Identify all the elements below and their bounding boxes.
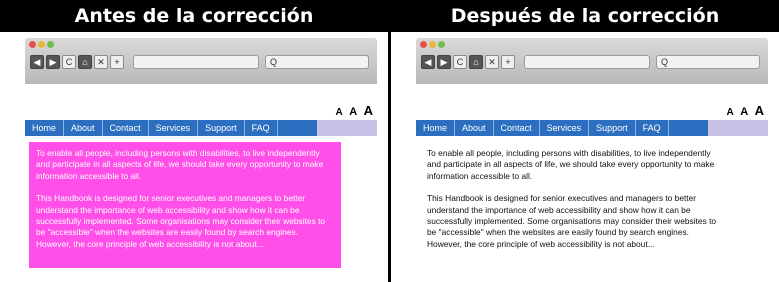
search-input[interactable]: Q bbox=[656, 55, 760, 69]
before-panel: Antes de la corrección ◀ ▶ C ⌂ ✕ + Q A A… bbox=[0, 0, 388, 282]
text-size-large-button[interactable]: A bbox=[364, 103, 373, 118]
nav-support[interactable]: Support bbox=[198, 120, 245, 136]
stop-icon[interactable]: ✕ bbox=[94, 55, 108, 69]
close-window-icon[interactable] bbox=[29, 41, 36, 48]
address-bar[interactable] bbox=[133, 55, 259, 69]
maximize-window-icon[interactable] bbox=[438, 41, 445, 48]
minimize-window-icon[interactable] bbox=[38, 41, 45, 48]
home-icon[interactable]: ⌂ bbox=[78, 55, 92, 69]
text-size-large-button[interactable]: A bbox=[755, 103, 764, 118]
forward-icon[interactable]: ▶ bbox=[437, 55, 451, 69]
text-size-controls: A A A bbox=[725, 102, 764, 120]
window-controls bbox=[29, 41, 54, 48]
page-content: To enable all people, including persons … bbox=[29, 142, 341, 268]
nav-support[interactable]: Support bbox=[589, 120, 636, 136]
nav-services[interactable]: Services bbox=[540, 120, 590, 136]
nav-services[interactable]: Services bbox=[149, 120, 199, 136]
text-size-controls: A A A bbox=[334, 102, 373, 120]
nav-home[interactable]: Home bbox=[25, 120, 65, 136]
close-window-icon[interactable] bbox=[420, 41, 427, 48]
text-size-medium-button[interactable]: A bbox=[740, 106, 748, 118]
reload-icon[interactable]: C bbox=[62, 55, 76, 69]
nav-faq[interactable]: FAQ bbox=[245, 120, 278, 136]
content-paragraph: This Handbook is designed for senior exe… bbox=[427, 193, 717, 249]
site-nav: Home About Contact Services Support FAQ bbox=[416, 120, 708, 136]
after-panel: Después de la corrección ◀ ▶ C ⌂ ✕ + Q A… bbox=[391, 0, 779, 282]
back-icon[interactable]: ◀ bbox=[421, 55, 435, 69]
text-size-small-button[interactable]: A bbox=[336, 107, 343, 118]
stop-icon[interactable]: ✕ bbox=[485, 55, 499, 69]
maximize-window-icon[interactable] bbox=[47, 41, 54, 48]
add-tab-icon[interactable]: + bbox=[110, 55, 124, 69]
browser-window: ◀ ▶ C ⌂ ✕ + Q A A A Home About Contact S… bbox=[25, 38, 377, 282]
browser-nav-buttons: ◀ ▶ C ⌂ ✕ + bbox=[30, 55, 124, 69]
nav-about[interactable]: About bbox=[64, 120, 103, 136]
nav-filler bbox=[708, 120, 768, 136]
web-page: A A A Home About Contact Services Suppor… bbox=[416, 84, 768, 282]
content-paragraph: To enable all people, including persons … bbox=[36, 148, 324, 181]
page-content: To enable all people, including persons … bbox=[420, 142, 732, 268]
nav-contact[interactable]: Contact bbox=[103, 120, 149, 136]
before-heading: Antes de la corrección bbox=[0, 0, 388, 32]
window-controls bbox=[420, 41, 445, 48]
minimize-window-icon[interactable] bbox=[429, 41, 436, 48]
search-input[interactable]: Q bbox=[265, 55, 369, 69]
address-bar[interactable] bbox=[524, 55, 650, 69]
add-tab-icon[interactable]: + bbox=[501, 55, 515, 69]
nav-filler bbox=[317, 120, 377, 136]
site-nav: Home About Contact Services Support FAQ bbox=[25, 120, 317, 136]
home-icon[interactable]: ⌂ bbox=[469, 55, 483, 69]
browser-window: ◀ ▶ C ⌂ ✕ + Q A A A Home About Contact S… bbox=[416, 38, 768, 282]
text-size-small-button[interactable]: A bbox=[727, 107, 734, 118]
nav-contact[interactable]: Contact bbox=[494, 120, 540, 136]
nav-home[interactable]: Home bbox=[416, 120, 456, 136]
browser-toolbar: ◀ ▶ C ⌂ ✕ + Q bbox=[25, 38, 377, 84]
content-paragraph: To enable all people, including persons … bbox=[427, 148, 715, 181]
browser-nav-buttons: ◀ ▶ C ⌂ ✕ + bbox=[421, 55, 515, 69]
nav-about[interactable]: About bbox=[455, 120, 494, 136]
web-page: A A A Home About Contact Services Suppor… bbox=[25, 84, 377, 282]
browser-toolbar: ◀ ▶ C ⌂ ✕ + Q bbox=[416, 38, 768, 84]
back-icon[interactable]: ◀ bbox=[30, 55, 44, 69]
content-paragraph: This Handbook is designed for senior exe… bbox=[36, 193, 326, 249]
reload-icon[interactable]: C bbox=[453, 55, 467, 69]
forward-icon[interactable]: ▶ bbox=[46, 55, 60, 69]
nav-faq[interactable]: FAQ bbox=[636, 120, 669, 136]
after-heading: Después de la corrección bbox=[391, 0, 779, 32]
text-size-medium-button[interactable]: A bbox=[349, 106, 357, 118]
before-panel-body: ◀ ▶ C ⌂ ✕ + Q A A A Home About Contact S… bbox=[0, 32, 388, 282]
after-panel-body: ◀ ▶ C ⌂ ✕ + Q A A A Home About Contact S… bbox=[391, 32, 779, 282]
